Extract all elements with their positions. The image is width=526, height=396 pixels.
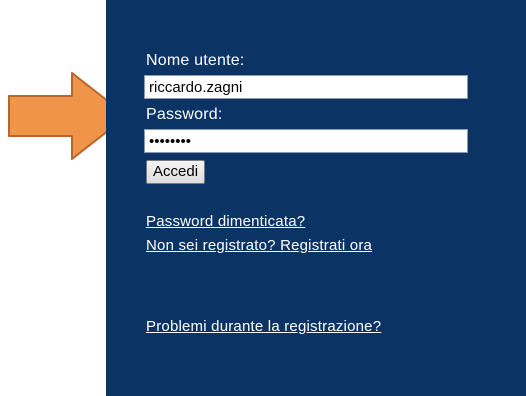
- login-button[interactable]: Accedi: [146, 160, 206, 184]
- register-link[interactable]: Non sei registrato? Registrati ora: [146, 237, 372, 255]
- login-panel: Nome utente: Password: Accedi Password d…: [106, 0, 526, 396]
- username-input[interactable]: [144, 75, 468, 99]
- forgot-password-link[interactable]: Password dimenticata?: [146, 213, 305, 231]
- password-label: Password:: [146, 106, 223, 123]
- registration-help-link[interactable]: Problemi durante la registrazione?: [146, 318, 381, 336]
- username-label: Nome utente:: [146, 52, 245, 69]
- password-input[interactable]: [144, 129, 468, 153]
